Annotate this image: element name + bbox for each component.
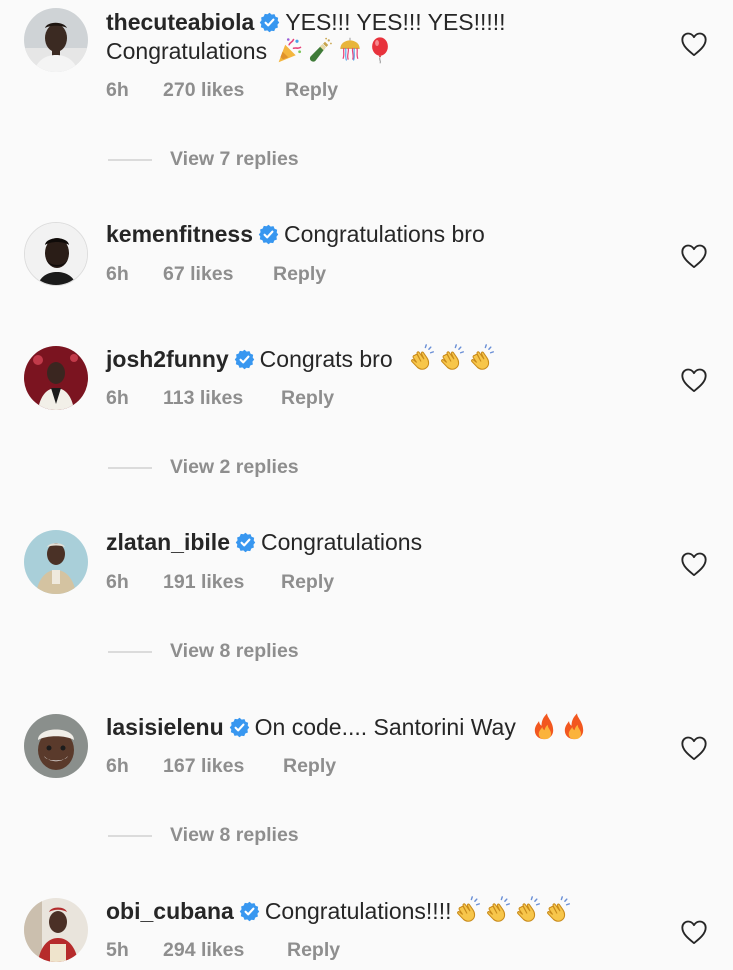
comment-line: lasisielenu On code.... Santorini Way — [106, 712, 588, 741]
clapping-hands-icon — [483, 896, 511, 924]
verified-badge-icon — [258, 224, 279, 245]
username[interactable]: kemenfitness — [106, 221, 253, 247]
comment: lasisielenu On code.... Santorini Way 6h … — [0, 712, 733, 792]
comment-text: Congratulations — [106, 38, 268, 64]
likes-count[interactable]: 167 likes — [163, 755, 244, 778]
divider-line — [108, 159, 152, 161]
comment-text: Congratulations bro — [284, 221, 485, 247]
divider-line — [108, 835, 152, 837]
comment-line: josh2funny Congrats bro — [106, 344, 495, 373]
comment-text: On code.... Santorini Way — [254, 714, 516, 740]
clapping-hands-icon — [467, 344, 495, 372]
view-replies-label[interactable]: View 8 replies — [170, 640, 299, 663]
comment-line: zlatan_ibile Congratulations — [106, 528, 422, 556]
username[interactable]: zlatan_ibile — [106, 529, 230, 555]
comment: zlatan_ibile Congratulations 6h 191 likes… — [0, 528, 733, 608]
comment-line: thecuteabiola YES!!! YES!!! YES!!!!! — [106, 8, 506, 36]
comment-line: obi_cubana Congratulations!!!! — [106, 896, 571, 925]
like-heart-icon[interactable] — [680, 31, 708, 57]
avatar[interactable] — [24, 346, 88, 410]
clapping-hands-icon — [407, 344, 435, 372]
comment-line: kemenfitness Congratulations bro — [106, 220, 485, 248]
comment: kemenfitness Congratulations bro 6h 67 li… — [0, 220, 733, 300]
like-heart-icon[interactable] — [680, 367, 708, 393]
like-heart-icon[interactable] — [680, 243, 708, 269]
username[interactable]: lasisielenu — [106, 714, 224, 740]
avatar[interactable] — [24, 714, 88, 778]
avatar[interactable] — [24, 898, 88, 962]
party-popper-icon — [276, 36, 304, 64]
comment-text: Congratulations!!!! — [264, 898, 452, 924]
avatar[interactable] — [24, 8, 88, 72]
timestamp[interactable]: 6h — [106, 571, 129, 594]
avatar[interactable] — [24, 222, 88, 286]
reply-button[interactable]: Reply — [287, 939, 340, 962]
confetti-ball-icon — [336, 36, 364, 64]
verified-badge-icon — [234, 349, 255, 370]
timestamp[interactable]: 6h — [106, 79, 129, 102]
clapping-hands-icon — [453, 896, 481, 924]
username[interactable]: obi_cubana — [106, 898, 234, 924]
likes-count[interactable]: 113 likes — [163, 387, 243, 410]
view-replies-label[interactable]: View 2 replies — [170, 456, 299, 479]
fire-icon — [530, 712, 558, 740]
view-replies-label[interactable]: View 8 replies — [170, 824, 299, 847]
reply-button[interactable]: Reply — [283, 755, 336, 778]
username[interactable]: josh2funny — [106, 346, 229, 372]
comment-text-line2: Congratulations — [106, 36, 394, 65]
reply-button[interactable]: Reply — [273, 263, 326, 286]
fire-icon — [560, 712, 588, 740]
verified-badge-icon — [239, 901, 260, 922]
likes-count[interactable]: 294 likes — [163, 939, 244, 962]
reply-button[interactable]: Reply — [281, 387, 334, 410]
like-heart-icon[interactable] — [680, 919, 708, 945]
comment: josh2funny Congrats bro 6h 113 likes Repl… — [0, 344, 733, 424]
clapping-hands-icon — [437, 344, 465, 372]
champagne-icon — [306, 36, 334, 64]
reply-button[interactable]: Reply — [281, 571, 334, 594]
timestamp[interactable]: 6h — [106, 263, 129, 286]
timestamp[interactable]: 6h — [106, 755, 129, 778]
comment: thecuteabiola YES!!! YES!!! YES!!!!! Cong… — [0, 0, 733, 101]
comment-text: Congratulations — [260, 529, 423, 555]
balloon-icon — [366, 36, 394, 64]
clapping-hands-icon — [513, 896, 541, 924]
view-replies-label[interactable]: View 7 replies — [170, 148, 299, 171]
verified-badge-icon — [235, 532, 256, 553]
like-heart-icon[interactable] — [680, 551, 708, 577]
comment: obi_cubana Congratulations!!!! 5h 294 lik… — [0, 896, 733, 970]
username[interactable]: thecuteabiola — [106, 9, 254, 35]
comment-text: YES!!! YES!!! YES!!!!! — [285, 9, 506, 35]
divider-line — [108, 467, 152, 469]
clapping-hands-icon — [543, 896, 571, 924]
likes-count[interactable]: 67 likes — [163, 263, 233, 286]
likes-count[interactable]: 191 likes — [163, 571, 244, 594]
timestamp[interactable]: 6h — [106, 387, 129, 410]
comment-text: Congrats bro — [259, 346, 393, 372]
divider-line — [108, 651, 152, 653]
avatar[interactable] — [24, 530, 88, 594]
likes-count[interactable]: 270 likes — [163, 79, 244, 102]
timestamp[interactable]: 5h — [106, 939, 129, 962]
verified-badge-icon — [259, 12, 280, 33]
reply-button[interactable]: Reply — [285, 79, 338, 102]
like-heart-icon[interactable] — [680, 735, 708, 761]
verified-badge-icon — [229, 717, 250, 738]
